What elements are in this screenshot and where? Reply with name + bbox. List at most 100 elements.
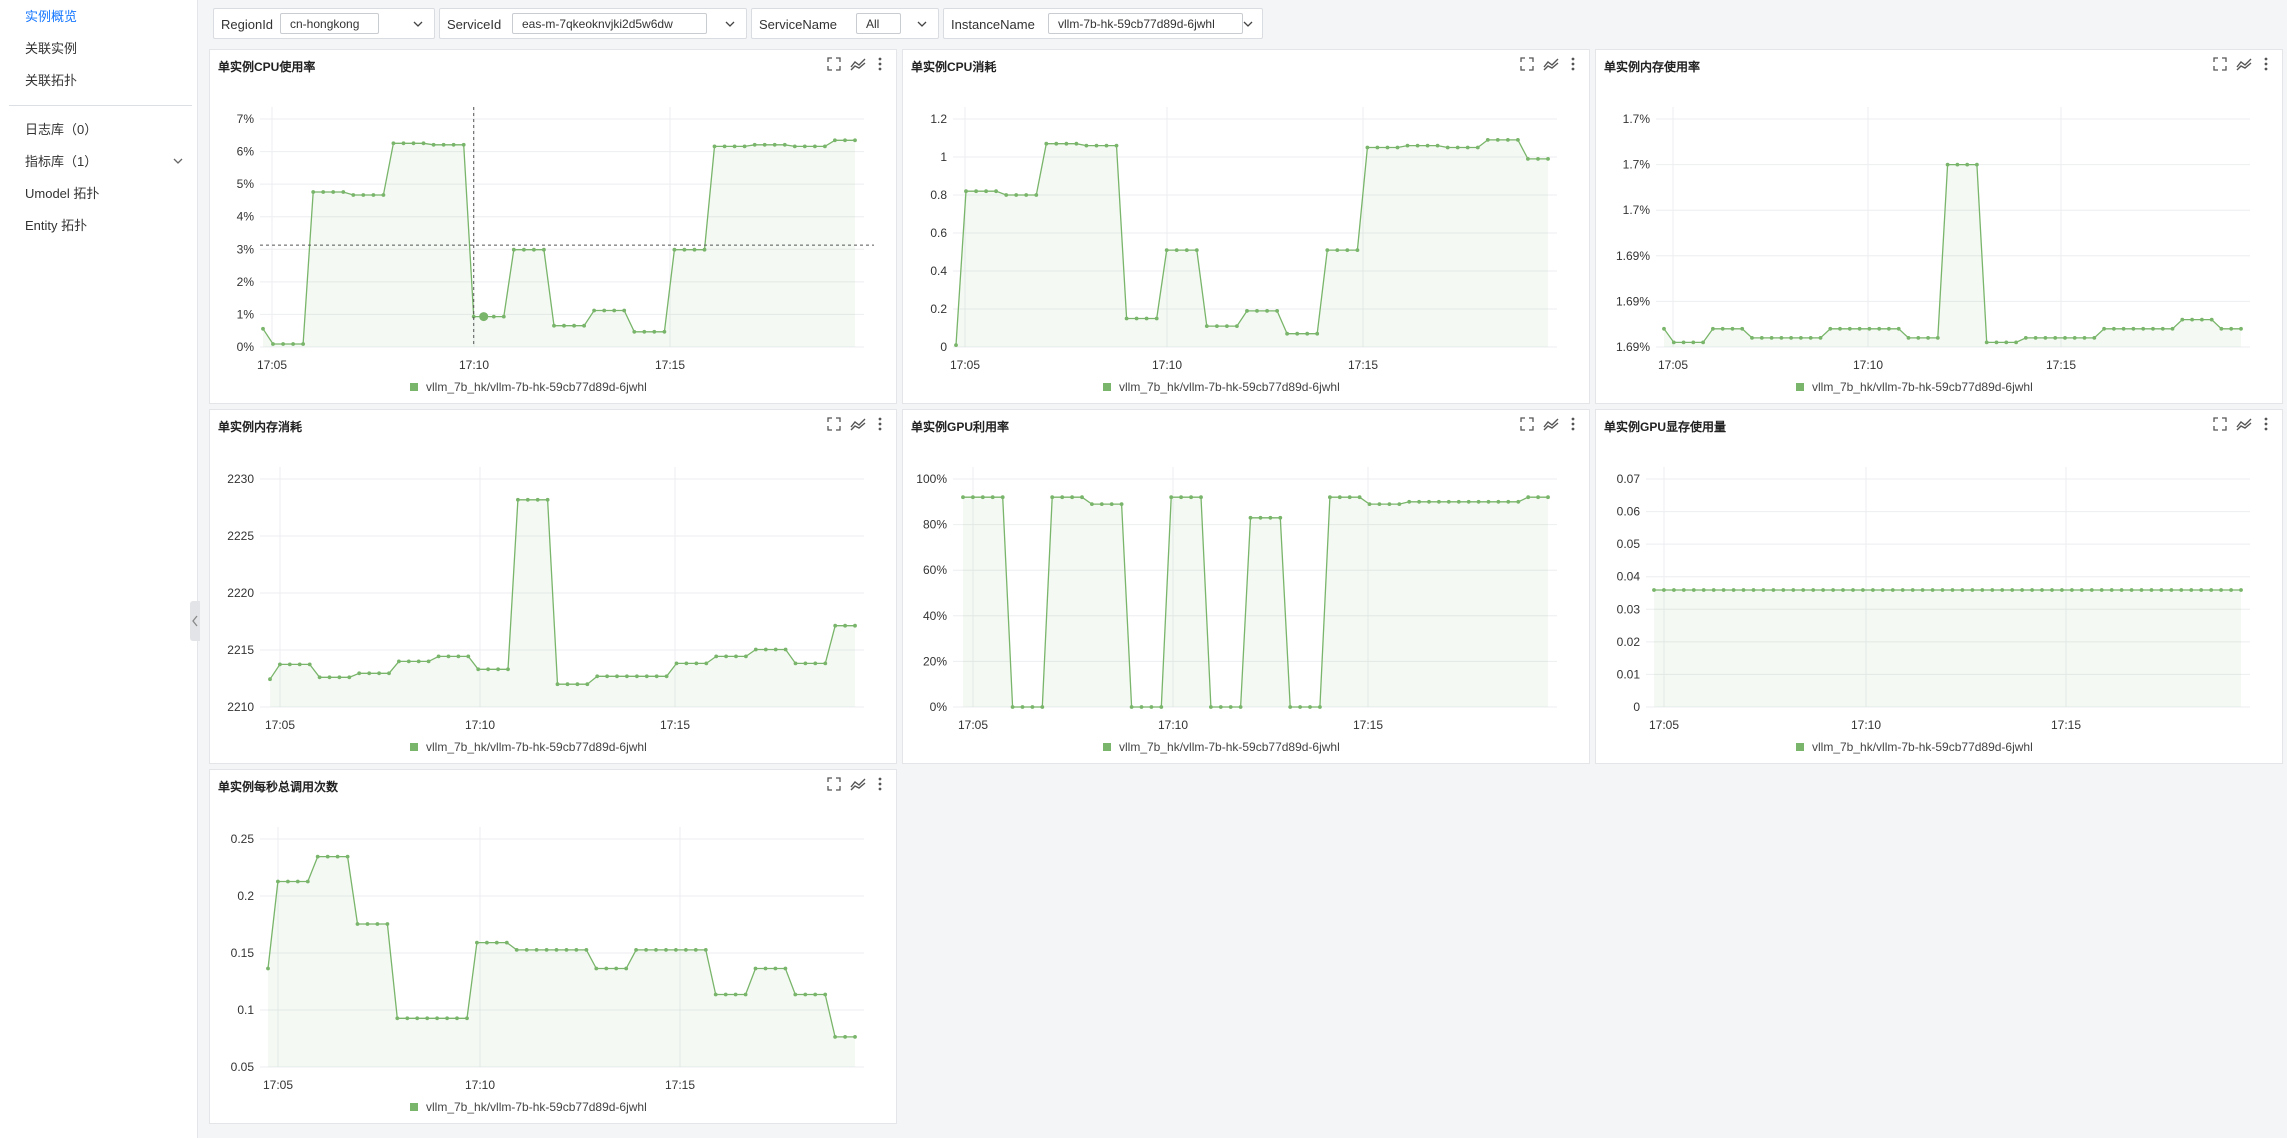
data-point[interactable] bbox=[1950, 588, 1955, 592]
data-point[interactable] bbox=[644, 948, 648, 952]
data-point[interactable] bbox=[712, 144, 717, 149]
data-point[interactable] bbox=[1164, 248, 1169, 253]
data-point[interactable] bbox=[1054, 141, 1059, 146]
data-point[interactable] bbox=[1355, 248, 1360, 253]
data-point[interactable] bbox=[2209, 317, 2214, 322]
data-point[interactable] bbox=[406, 659, 411, 664]
data-point[interactable] bbox=[1926, 336, 1930, 340]
data-point[interactable] bbox=[1357, 495, 1362, 500]
data-point[interactable] bbox=[2129, 588, 2134, 592]
data-point[interactable] bbox=[1209, 705, 1213, 709]
data-point[interactable] bbox=[990, 495, 995, 500]
data-point[interactable] bbox=[1427, 499, 1431, 504]
data-point[interactable] bbox=[1435, 143, 1440, 148]
data-point[interactable] bbox=[387, 671, 391, 676]
data-point[interactable] bbox=[572, 323, 576, 328]
data-point[interactable] bbox=[1375, 145, 1380, 150]
data-point[interactable] bbox=[813, 144, 817, 149]
data-point[interactable] bbox=[337, 675, 342, 680]
data-point[interactable] bbox=[451, 142, 456, 147]
data-point[interactable] bbox=[271, 342, 275, 346]
sidebar-item-related-topology[interactable]: 关联拓扑 bbox=[25, 71, 185, 91]
data-point[interactable] bbox=[421, 141, 426, 146]
data-point[interactable] bbox=[542, 247, 546, 252]
data-point[interactable] bbox=[1485, 138, 1490, 142]
data-point[interactable] bbox=[357, 671, 362, 676]
data-point[interactable] bbox=[1174, 248, 1179, 253]
data-point[interactable] bbox=[1720, 326, 1725, 331]
data-point[interactable] bbox=[1367, 502, 1372, 506]
data-point[interactable] bbox=[317, 675, 322, 680]
data-point[interactable] bbox=[1920, 588, 1925, 592]
data-point[interactable] bbox=[1808, 336, 1813, 340]
data-point[interactable] bbox=[2089, 588, 2094, 592]
data-point[interactable] bbox=[2170, 326, 2175, 331]
data-point[interactable] bbox=[1671, 340, 1676, 345]
data-point[interactable] bbox=[1681, 340, 1686, 345]
data-point[interactable] bbox=[1010, 705, 1015, 709]
data-point[interactable] bbox=[742, 144, 747, 149]
data-point[interactable] bbox=[964, 189, 968, 194]
data-point[interactable] bbox=[684, 661, 689, 666]
data-point[interactable] bbox=[1050, 495, 1055, 500]
data-point[interactable] bbox=[1916, 336, 1921, 340]
data-point[interactable] bbox=[1298, 705, 1302, 709]
data-point[interactable] bbox=[1970, 588, 1975, 592]
data-point[interactable] bbox=[1437, 499, 1441, 504]
data-point[interactable] bbox=[1910, 588, 1915, 592]
data-point[interactable] bbox=[305, 879, 310, 884]
data-point[interactable] bbox=[1906, 336, 1911, 340]
data-point[interactable] bbox=[984, 189, 988, 194]
data-point[interactable] bbox=[1681, 588, 1686, 592]
data-point[interactable] bbox=[1769, 336, 1774, 340]
data-point[interactable] bbox=[1245, 309, 1249, 313]
data-point[interactable] bbox=[662, 329, 667, 334]
data-point[interactable] bbox=[1385, 145, 1390, 150]
data-point[interactable] bbox=[311, 190, 316, 194]
data-point[interactable] bbox=[436, 654, 441, 659]
data-point[interactable] bbox=[1154, 316, 1159, 321]
data-point[interactable] bbox=[552, 323, 556, 328]
data-point[interactable] bbox=[411, 141, 416, 146]
data-point[interactable] bbox=[564, 948, 569, 952]
data-point[interactable] bbox=[654, 948, 658, 952]
data-point[interactable] bbox=[1407, 499, 1412, 504]
data-point[interactable] bbox=[1506, 138, 1510, 142]
data-point[interactable] bbox=[446, 654, 451, 659]
data-point[interactable] bbox=[1900, 588, 1905, 592]
data-point[interactable] bbox=[1801, 588, 1806, 592]
data-point[interactable] bbox=[2121, 326, 2126, 331]
data-point[interactable] bbox=[355, 922, 360, 926]
data-point[interactable] bbox=[853, 138, 857, 143]
data-point[interactable] bbox=[1789, 336, 1793, 340]
data-point[interactable] bbox=[1228, 705, 1233, 709]
data-point[interactable] bbox=[286, 879, 290, 884]
data-point[interactable] bbox=[722, 144, 727, 149]
data-point[interactable] bbox=[2023, 336, 2028, 340]
data-point[interactable] bbox=[974, 189, 978, 194]
data-point[interactable] bbox=[1880, 588, 1885, 592]
data-point[interactable] bbox=[321, 190, 326, 194]
data-point[interactable] bbox=[793, 992, 798, 997]
data-point[interactable] bbox=[441, 142, 446, 147]
data-point[interactable] bbox=[1536, 157, 1540, 161]
data-point[interactable] bbox=[1325, 248, 1330, 253]
data-point[interactable] bbox=[783, 966, 788, 971]
data-point[interactable] bbox=[1199, 495, 1203, 500]
data-point[interactable] bbox=[1139, 705, 1144, 709]
data-point[interactable] bbox=[2043, 336, 2048, 340]
data-point[interactable] bbox=[291, 342, 295, 346]
data-point[interactable] bbox=[1761, 588, 1766, 592]
sidebar-item-related-instances[interactable]: 关联实例 bbox=[25, 39, 185, 59]
data-point[interactable] bbox=[1980, 588, 1985, 592]
sidebar-item-umodel-topology[interactable]: Umodel 拓扑 bbox=[25, 184, 185, 204]
data-point[interactable] bbox=[833, 138, 837, 143]
data-point[interactable] bbox=[1020, 705, 1025, 709]
data-point[interactable] bbox=[833, 623, 838, 628]
data-point[interactable] bbox=[575, 682, 580, 687]
data-point[interactable] bbox=[361, 193, 366, 197]
data-point[interactable] bbox=[1000, 495, 1005, 500]
data-point[interactable] bbox=[1975, 162, 1979, 167]
data-point[interactable] bbox=[1134, 316, 1139, 321]
chevron-down-icon[interactable] bbox=[1242, 18, 1254, 30]
